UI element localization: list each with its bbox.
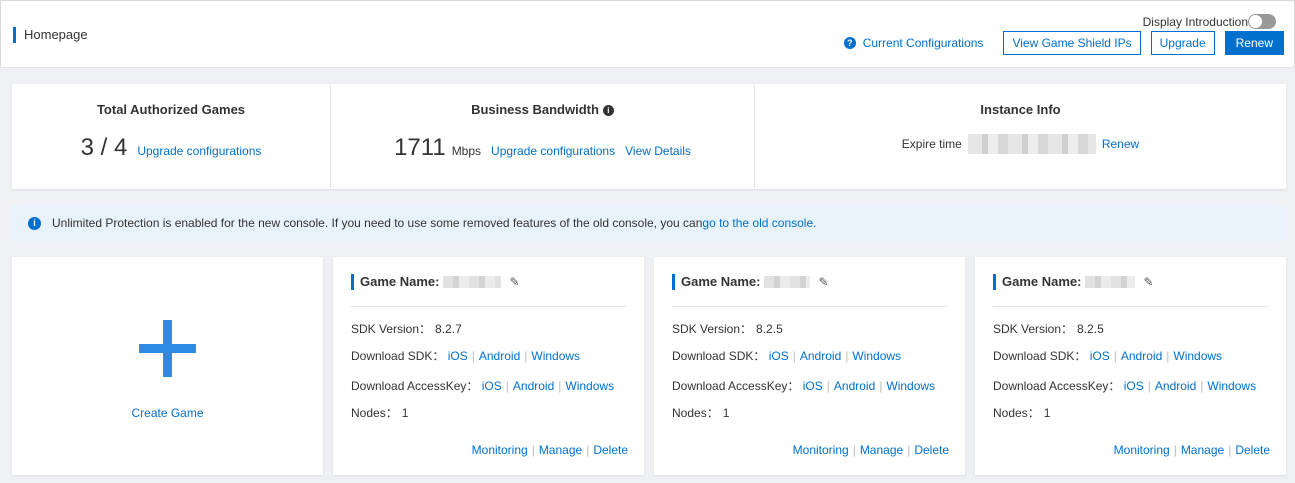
nodes-row: Nodes： 1	[672, 406, 730, 420]
divider	[993, 306, 1268, 307]
stats-panel: Total Authorized Games 3 / 4 Upgrade con…	[12, 84, 1286, 189]
page-title: Homepage	[13, 27, 88, 43]
download-key-android-link[interactable]: Android	[513, 379, 554, 393]
view-game-shield-ips-button[interactable]: View Game Shield IPs	[1003, 31, 1141, 55]
display-intro-label: Display Introduction	[1142, 14, 1248, 29]
stat-business-bandwidth: Business Bandwidth i 1711 Mbps Upgrade co…	[330, 84, 754, 189]
stat-title: Business Bandwidth i	[331, 102, 754, 117]
download-sdk-android-link[interactable]: Android	[479, 349, 520, 363]
upgrade-configurations-link[interactable]: Upgrade configurations	[137, 144, 261, 158]
delete-link[interactable]: Delete	[593, 443, 628, 457]
download-accesskey-row: Download AccessKey： iOS | Android | Windows	[672, 379, 936, 393]
monitoring-link[interactable]: Monitoring	[472, 443, 528, 457]
edit-icon[interactable]: ✎	[1143, 274, 1153, 290]
download-sdk-windows-link[interactable]: Windows	[1173, 349, 1222, 363]
upgrade-configurations-link[interactable]: Upgrade configurations	[491, 144, 615, 158]
upgrade-button[interactable]: Upgrade	[1150, 31, 1215, 55]
edit-icon[interactable]: ✎	[818, 274, 828, 290]
display-intro-toggle[interactable]	[1248, 14, 1276, 29]
current-configurations-link[interactable]: ? Current Configurations	[843, 36, 984, 50]
download-key-android-link[interactable]: Android	[834, 379, 875, 393]
toggle-knob	[1249, 15, 1262, 28]
renew-link[interactable]: Renew	[1102, 137, 1139, 151]
game-name-masked	[764, 276, 811, 288]
stat-authorized-games: Total Authorized Games 3 / 4 Upgrade con…	[12, 84, 330, 189]
download-key-windows-link[interactable]: Windows	[565, 379, 614, 393]
monitoring-link[interactable]: Monitoring	[793, 443, 849, 457]
download-sdk-ios-link[interactable]: iOS	[1090, 349, 1110, 363]
download-sdk-ios-link[interactable]: iOS	[448, 349, 468, 363]
create-game-card[interactable]: Create Game	[12, 257, 323, 475]
sdk-version-row: SDK Version： 8.2.5	[993, 322, 1104, 336]
download-key-windows-link[interactable]: Windows	[886, 379, 935, 393]
game-card: Game Name: ✎ SDK Version： 8.2.5 Download …	[975, 257, 1286, 475]
edit-icon[interactable]: ✎	[509, 274, 519, 290]
current-configurations-label: Current Configurations	[862, 36, 984, 50]
manage-link[interactable]: Manage	[1181, 443, 1224, 457]
create-game-label: Create Game	[131, 406, 204, 420]
games-count: 3 / 4	[80, 134, 128, 161]
old-console-link[interactable]: go to the old console.	[702, 216, 816, 230]
question-icon: ?	[843, 37, 856, 49]
download-key-ios-link[interactable]: iOS	[482, 379, 502, 393]
download-sdk-row: Download SDK： iOS | Android | Windows	[993, 349, 1223, 363]
bandwidth-unit: Mbps	[451, 144, 482, 158]
nodes-row: Nodes： 1	[993, 406, 1051, 420]
download-sdk-android-link[interactable]: Android	[1121, 349, 1162, 363]
info-icon[interactable]: i	[602, 105, 614, 116]
display-intro-control: Display Introduction	[1143, 14, 1276, 29]
game-name-masked	[1085, 276, 1136, 288]
card-actions: Monitoring | Manage | Delete	[1113, 443, 1270, 457]
manage-link[interactable]: Manage	[539, 443, 582, 457]
download-accesskey-row: Download AccessKey： iOS | Android | Windows	[351, 379, 615, 393]
game-name-title: Game Name: ✎	[351, 274, 520, 290]
delete-link[interactable]: Delete	[914, 443, 949, 457]
stat-instance-info: Instance Info Expire time Renew	[754, 84, 1286, 189]
download-key-android-link[interactable]: Android	[1155, 379, 1196, 393]
download-accesskey-row: Download AccessKey： iOS | Android | Windows	[993, 379, 1257, 393]
expire-time-value-masked	[967, 134, 1096, 154]
view-details-link[interactable]: View Details	[625, 144, 691, 158]
bandwidth-value: 1711	[394, 134, 446, 161]
stat-title: Total Authorized Games	[96, 102, 246, 117]
page-header: Homepage Display Introduction ? Current …	[0, 0, 1295, 68]
header-actions: ? Current Configurations View Game Shiel…	[843, 31, 1284, 55]
notice-text: Unlimited Protection is enabled for the …	[52, 216, 703, 230]
stat-title: Instance Info	[980, 102, 1061, 117]
game-name-title: Game Name: ✎	[993, 274, 1154, 290]
card-actions: Monitoring | Manage | Delete	[792, 443, 949, 457]
download-sdk-ios-link[interactable]: iOS	[769, 349, 789, 363]
monitoring-link[interactable]: Monitoring	[1114, 443, 1170, 457]
download-key-ios-link[interactable]: iOS	[803, 379, 823, 393]
download-sdk-row: Download SDK： iOS | Android | Windows	[672, 349, 902, 363]
download-sdk-android-link[interactable]: Android	[800, 349, 841, 363]
download-sdk-windows-link[interactable]: Windows	[852, 349, 901, 363]
download-sdk-windows-link[interactable]: Windows	[531, 349, 580, 363]
plus-icon	[139, 320, 196, 377]
game-card: Game Name: ✎ SDK Version： 8.2.5 Download …	[654, 257, 965, 475]
renew-button[interactable]: Renew	[1224, 31, 1284, 55]
info-icon: i	[28, 216, 41, 230]
download-sdk-row: Download SDK： iOS | Android | Windows	[351, 349, 581, 363]
nodes-row: Nodes： 1	[351, 406, 409, 420]
game-name-title: Game Name: ✎	[672, 274, 829, 290]
download-key-windows-link[interactable]: Windows	[1207, 379, 1256, 393]
expire-time-label: Expire time	[901, 137, 962, 151]
delete-link[interactable]: Delete	[1235, 443, 1270, 457]
sdk-version-row: SDK Version： 8.2.5	[672, 322, 783, 336]
sdk-version-row: SDK Version： 8.2.7	[351, 322, 462, 336]
card-actions: Monitoring | Manage | Delete	[471, 443, 628, 457]
game-card: Game Name: ✎ SDK Version： 8.2.7 Download …	[333, 257, 644, 475]
manage-link[interactable]: Manage	[860, 443, 903, 457]
divider	[672, 306, 947, 307]
divider	[351, 306, 626, 307]
download-key-ios-link[interactable]: iOS	[1124, 379, 1144, 393]
game-name-masked	[443, 276, 502, 288]
notice-banner: i Unlimited Protection is enabled for th…	[12, 205, 1286, 241]
